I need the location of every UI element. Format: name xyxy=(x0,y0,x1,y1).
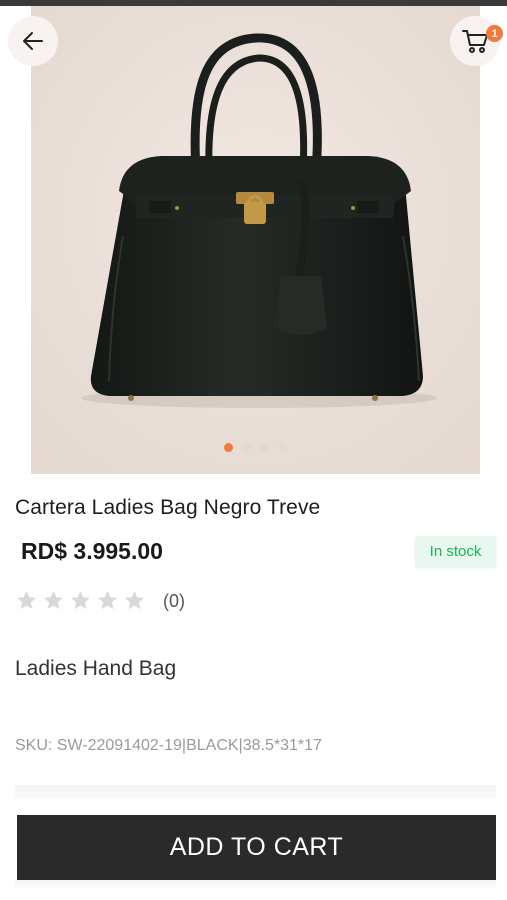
gallery-pagination[interactable] xyxy=(31,443,480,455)
product-title: Cartera Ladies Bag Negro Treve xyxy=(15,496,321,519)
back-button[interactable] xyxy=(8,16,58,66)
gallery-dot-3[interactable] xyxy=(260,443,269,452)
product-image xyxy=(31,6,480,474)
rating-stars xyxy=(15,589,146,612)
cart-count-badge: 1 xyxy=(486,25,503,42)
star-icon xyxy=(97,590,118,610)
star-icon xyxy=(124,590,145,610)
add-to-cart-button[interactable]: ADD TO CART xyxy=(17,815,496,880)
gallery-dot-1[interactable] xyxy=(224,443,233,452)
star-icon xyxy=(43,590,64,610)
stock-status-badge: In stock xyxy=(415,536,496,567)
review-count[interactable]: (0) xyxy=(163,591,185,612)
product-price: RD$ 3.995.00 xyxy=(21,538,163,564)
section-divider xyxy=(15,785,496,799)
gallery-dot-4[interactable] xyxy=(278,443,287,452)
gallery-dot-2[interactable] xyxy=(242,443,251,452)
product-sku: SKU: SW-22091402-19|BLACK|38.5*31*17 xyxy=(15,737,322,754)
product-image-gallery[interactable] xyxy=(31,6,480,474)
star-icon xyxy=(16,590,37,610)
bottom-divider xyxy=(15,880,496,890)
star-icon xyxy=(70,590,91,610)
arrow-left-icon xyxy=(23,32,43,50)
shopping-cart-icon xyxy=(462,30,488,53)
product-short-description: Ladies Hand Bag xyxy=(15,657,177,680)
